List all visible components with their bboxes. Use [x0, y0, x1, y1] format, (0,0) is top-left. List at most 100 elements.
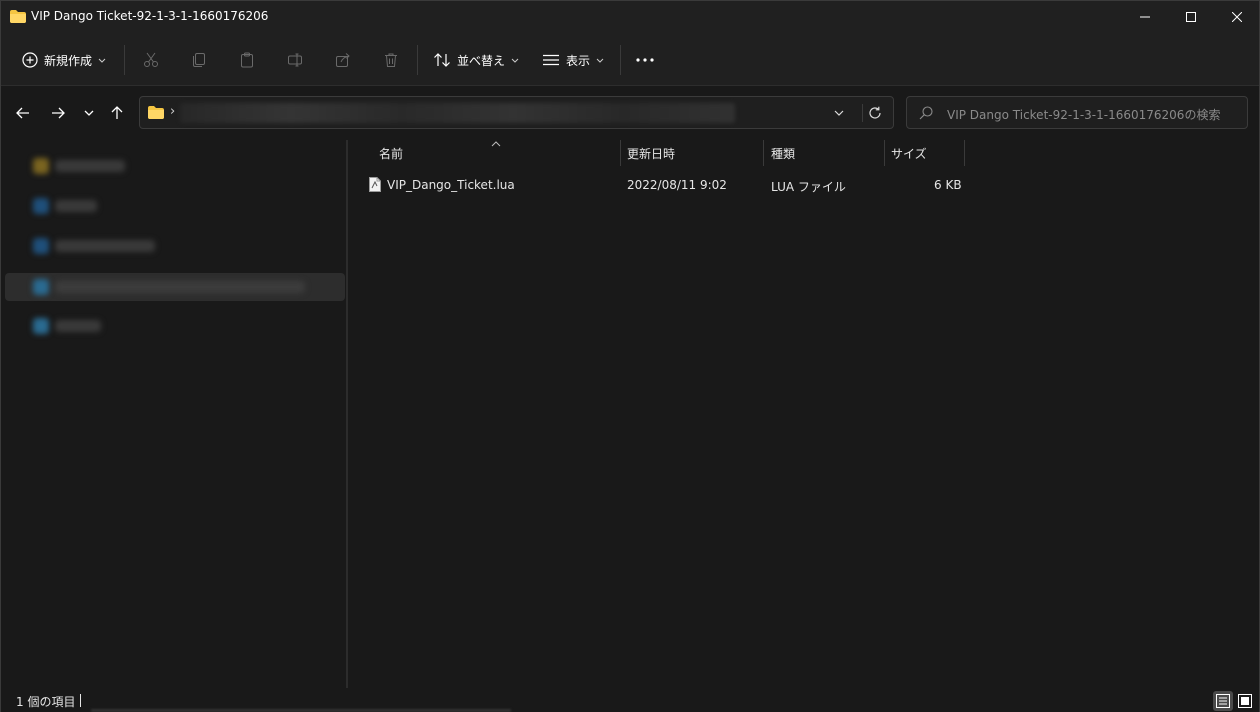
paste-button[interactable] — [237, 50, 257, 70]
arrow-up-icon — [111, 106, 123, 119]
view-button[interactable]: 表示 — [542, 47, 604, 73]
toolbar-separator — [620, 45, 621, 75]
nav-item-quick-access[interactable] — [5, 152, 345, 180]
nav-item-network[interactable] — [5, 312, 345, 340]
folder-icon — [10, 10, 26, 23]
toolbar-separator — [417, 45, 418, 75]
nav-item-selected[interactable] — [5, 273, 345, 301]
arrow-right-icon — [52, 107, 65, 119]
column-separator[interactable] — [884, 140, 885, 166]
delete-icon — [385, 53, 397, 67]
chevron-down-icon — [98, 58, 106, 63]
view-label: 表示 — [566, 53, 591, 68]
minimize-icon — [1140, 16, 1150, 18]
maximize-button[interactable] — [1168, 1, 1214, 33]
forward-button[interactable] — [45, 102, 71, 124]
breadcrumb-separator: › — [170, 104, 176, 119]
item-count: 1 個の項目 — [16, 695, 76, 709]
sort-icon — [434, 53, 450, 67]
large-icons-view-button[interactable] — [1235, 691, 1255, 711]
file-explorer-window: VIP Dango Ticket-92-1-3-1-1660176206 新規作… — [0, 0, 1260, 712]
nav-label-redacted — [55, 240, 155, 252]
rename-button[interactable] — [285, 50, 305, 70]
paste-icon — [241, 52, 253, 68]
folder-icon — [148, 106, 164, 119]
pc-icon — [33, 279, 49, 295]
copy-icon — [193, 53, 205, 67]
title-bar[interactable]: VIP Dango Ticket-92-1-3-1-1660176206 — [1, 1, 1259, 33]
details-view-icon — [1216, 694, 1230, 708]
sort-ascending-icon — [491, 141, 501, 147]
rename-icon — [288, 53, 302, 67]
chevron-down-icon — [596, 58, 604, 63]
column-size-label: サイズ — [891, 147, 927, 161]
chevron-down-icon — [834, 110, 844, 116]
more-icon — [636, 58, 654, 62]
column-date-label: 更新日時 — [627, 147, 676, 161]
new-label: 新規作成 — [44, 53, 93, 68]
maximize-icon — [1186, 12, 1196, 22]
nav-item-cloud-2[interactable] — [5, 232, 345, 260]
column-header-type[interactable]: 種類 — [771, 140, 795, 167]
large-icons-view-icon — [1238, 694, 1252, 708]
minimize-button[interactable] — [1122, 1, 1168, 33]
new-button[interactable]: 新規作成 — [22, 47, 106, 73]
close-button[interactable] — [1214, 1, 1260, 33]
status-bar: 1 個の項目 — [1, 688, 1259, 712]
column-header-size[interactable]: サイズ — [891, 140, 927, 167]
file-date: 2022/08/11 9:02 — [627, 178, 727, 192]
nav-label-redacted — [55, 320, 101, 332]
nav-item-cloud[interactable] — [5, 192, 345, 220]
more-options-button[interactable] — [635, 50, 655, 70]
delete-button[interactable] — [381, 50, 401, 70]
network-icon — [33, 318, 49, 334]
file-size: 6 KB — [934, 178, 962, 192]
file-name: VIP_Dango_Ticket.lua — [387, 178, 515, 192]
address-row: › VIP Dango Ticket-92-1-3-1-1660176206の検… — [1, 86, 1259, 140]
search-icon — [919, 106, 933, 120]
cloud-icon — [33, 198, 49, 214]
cloud-icon — [33, 238, 49, 254]
back-button[interactable] — [10, 102, 36, 124]
nav-label-redacted — [55, 200, 97, 212]
file-row[interactable]: VIP_Dango_Ticket.lua 2022/08/11 9:02 LUA… — [364, 173, 964, 197]
file-list-pane: 名前 更新日時 種類 サイズ VIP_Dango_Ticket.lua 2022… — [348, 140, 1259, 688]
column-separator[interactable] — [620, 140, 621, 166]
search-placeholder: VIP Dango Ticket-92-1-3-1-1660176206の検索 — [947, 108, 1221, 122]
sort-button[interactable]: 並べ替え — [433, 47, 519, 73]
address-bar[interactable]: › — [139, 96, 894, 129]
share-icon — [336, 53, 350, 67]
lua-file-icon — [369, 177, 381, 192]
column-name-label: 名前 — [379, 147, 404, 161]
toolbar-separator — [124, 45, 125, 75]
arrow-left-icon — [16, 107, 29, 119]
window-title: VIP Dango Ticket-92-1-3-1-1660176206 — [31, 9, 269, 23]
nav-label-redacted — [55, 160, 125, 172]
cut-button[interactable] — [141, 50, 161, 70]
nav-label-redacted — [55, 281, 305, 293]
navigation-pane — [1, 140, 346, 688]
copy-button[interactable] — [189, 50, 209, 70]
refresh-button[interactable] — [862, 104, 886, 122]
plus-circle-icon — [22, 52, 38, 68]
up-button[interactable] — [104, 102, 130, 124]
search-box[interactable]: VIP Dango Ticket-92-1-3-1-1660176206の検索 — [906, 96, 1248, 129]
column-header-date[interactable]: 更新日時 — [627, 140, 675, 167]
command-bar: 新規作成 並べ替え 表示 — [1, 33, 1259, 86]
file-type: LUA ファイル — [771, 180, 846, 194]
chevron-down-icon — [511, 58, 519, 63]
star-icon — [33, 158, 49, 174]
recent-locations-button[interactable] — [76, 102, 102, 124]
column-type-label: 種類 — [771, 147, 796, 161]
column-separator[interactable] — [763, 140, 764, 166]
chevron-down-icon — [84, 110, 94, 116]
column-header-name[interactable]: 名前 — [379, 140, 403, 167]
address-history-button[interactable] — [830, 105, 848, 121]
list-view-icon — [543, 54, 559, 66]
sort-label: 並べ替え — [457, 53, 506, 68]
breadcrumb-path-redacted — [180, 103, 735, 123]
details-view-button[interactable] — [1213, 691, 1233, 711]
share-button[interactable] — [333, 50, 353, 70]
close-icon — [1232, 12, 1242, 22]
column-separator[interactable] — [964, 140, 965, 166]
